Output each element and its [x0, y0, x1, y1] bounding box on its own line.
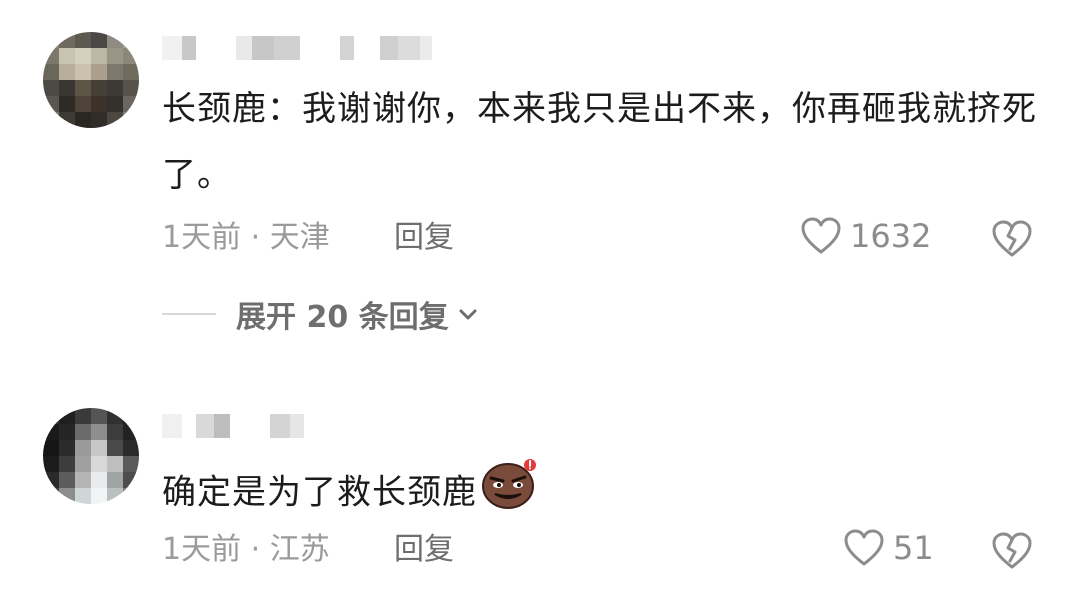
reply-button[interactable]: 回复	[394, 218, 454, 258]
comment-meta: 1天前 · 江苏	[162, 532, 330, 567]
heart-outline-icon	[844, 529, 884, 566]
like-count: 1632	[850, 217, 932, 255]
dislike-button[interactable]	[991, 219, 1033, 263]
divider-line	[162, 313, 216, 315]
comment-text-content: 确定是为了救长颈鹿	[162, 472, 477, 513]
heart-outline-icon	[801, 217, 841, 254]
dislike-button[interactable]	[991, 531, 1033, 575]
broken-heart-icon	[992, 532, 1032, 569]
expand-replies-button[interactable]: 展开 20 条回复	[162, 292, 481, 336]
reply-button[interactable]: 回复	[394, 530, 454, 570]
chevron-down-icon	[459, 309, 477, 320]
username-blurred[interactable]	[162, 36, 432, 60]
comment-meta: 1天前 · 天津	[162, 220, 330, 255]
avatar[interactable]	[43, 408, 139, 504]
avatar[interactable]	[43, 32, 139, 128]
comment-text: 确定是为了救长颈鹿	[162, 456, 1042, 532]
smug-face-emoji	[481, 456, 539, 532]
expand-replies-label: 展开 20 条回复	[236, 300, 449, 335]
username-blurred[interactable]	[162, 414, 304, 438]
like-button[interactable]: 1632	[800, 216, 931, 256]
comment-text: 长颈鹿：我谢谢你，本来我只是出不来，你再砸我就挤死了。	[162, 89, 1037, 195]
like-button[interactable]: 51	[843, 528, 934, 568]
like-count: 51	[893, 529, 934, 567]
broken-heart-icon	[992, 220, 1032, 257]
